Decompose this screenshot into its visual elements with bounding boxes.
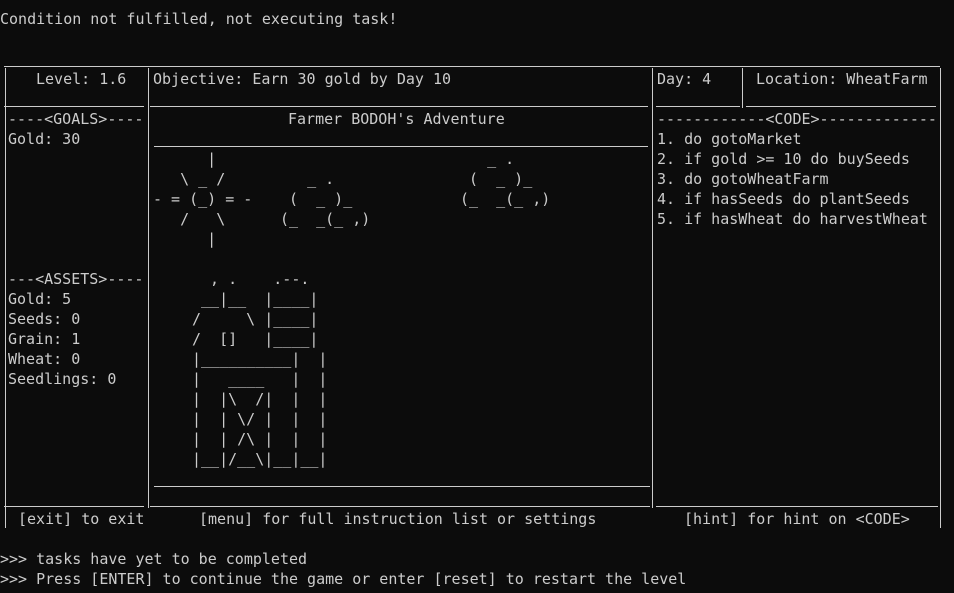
objective-label: Objective: Earn 30 gold by Day 10 [153, 70, 452, 88]
game-title: Farmer BODOH's Adventure [288, 110, 505, 128]
goal-item: Gold: 30 [8, 130, 81, 148]
code-title: ------------<CODE>------------- [657, 110, 937, 128]
asset-gold: Gold: 5 [8, 290, 72, 308]
prompt-line-enter[interactable]: >>> Press [ENTER] to continue the game o… [0, 569, 686, 589]
asset-grain: Grain: 1 [8, 330, 81, 348]
level-label: Level: 1.6 [36, 70, 127, 88]
hint-command-hint: [hint] for hint on <CODE> [684, 510, 910, 528]
divider [746, 106, 936, 107]
menu-command-hint: [menu] for full instruction list or sett… [199, 510, 597, 528]
frame-left-border [5, 68, 6, 528]
divider [150, 506, 650, 507]
asset-wheat: Wheat: 0 [8, 350, 81, 368]
exit-command-hint: [exit] to exit [18, 510, 145, 528]
prompt-line-tasks: >>> tasks have yet to be completed [0, 550, 308, 568]
goals-title: ----<GOALS>---- [8, 110, 144, 128]
code-line: 4. if hasSeeds do plantSeeds [657, 190, 910, 208]
column-divider [652, 68, 653, 508]
asset-seeds: Seeds: 0 [8, 310, 81, 328]
location-label: Location: WheatFarm [756, 70, 928, 88]
column-divider [148, 68, 149, 508]
status-message: Condition not fulfilled, not executing t… [0, 10, 398, 28]
assets-title: ---<ASSETS>---- [8, 270, 144, 288]
terminal-window: Condition not fulfilled, not executing t… [0, 0, 954, 593]
day-label: Day: 4 [657, 70, 712, 88]
divider [154, 146, 648, 147]
divider [4, 506, 144, 507]
column-divider [742, 68, 743, 108]
code-line: 3. do gotoWheatFarm [657, 170, 829, 188]
frame-top-border [4, 66, 940, 67]
code-line: 2. if gold >= 10 do buySeeds [657, 150, 910, 168]
cloud-right-ascii-art: _ . ( _ )_ (_ _(_ ,) [460, 150, 551, 208]
divider [656, 106, 740, 107]
frame-right-border [940, 68, 941, 528]
divider [656, 506, 938, 507]
divider [154, 486, 650, 487]
asset-seedlings: Seedlings: 0 [8, 370, 117, 388]
code-line: 5. if hasWheat do harvestWheat [657, 210, 928, 228]
barn-ascii-art: , . .--. __|__ |____| / \ |____| / [] |_… [192, 270, 328, 468]
divider [150, 106, 648, 107]
divider [4, 106, 144, 107]
code-line: 1. do gotoMarket [657, 130, 802, 148]
cloud-left-ascii-art: _ . ( _ )_ (_ _(_ ,) [280, 170, 371, 228]
sun-ascii-art: | \ _ / - = (_) = - / \ | [153, 150, 253, 248]
